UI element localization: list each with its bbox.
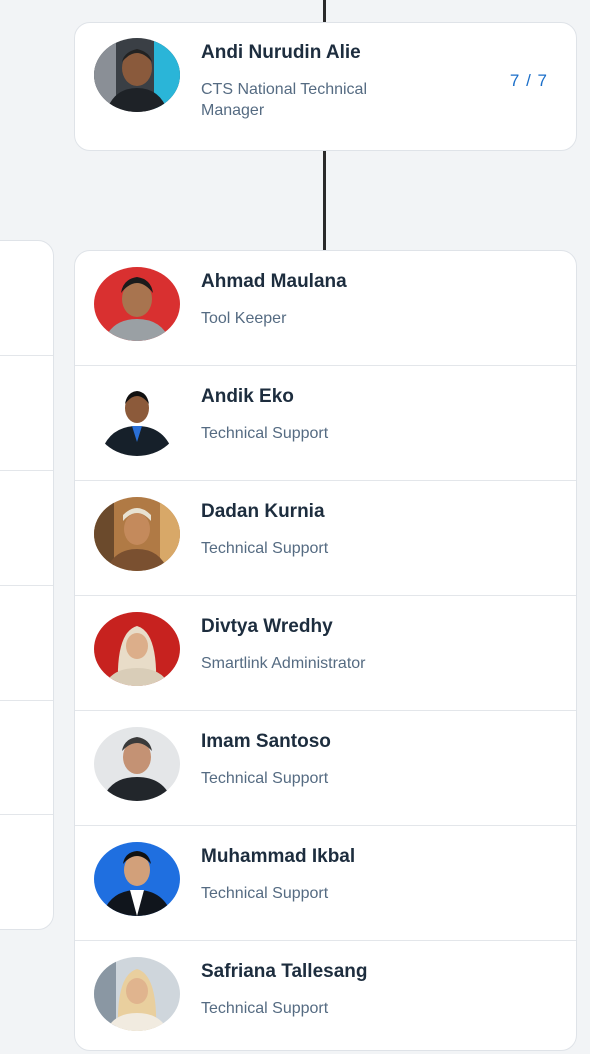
peer-row-divider: [0, 470, 53, 471]
team-member-row[interactable]: Imam Santoso Technical Support: [75, 711, 576, 826]
member-role: Technical Support: [201, 1000, 329, 1017]
member-name: Divtya Wredhy: [201, 616, 333, 637]
member-role: Tool Keeper: [201, 310, 287, 327]
peer-row-divider: [0, 700, 53, 701]
peer-team-card[interactable]: [0, 240, 54, 930]
member-role: Technical Support: [201, 425, 329, 442]
manager-role-line: Manager: [201, 102, 265, 119]
avatar: [94, 957, 180, 1031]
avatar: [94, 842, 180, 916]
avatar: [94, 497, 180, 571]
manager-card[interactable]: Andi Nurudin Alie CTS National Technical…: [74, 22, 577, 151]
team-member-row[interactable]: Andik Eko Technical Support: [75, 366, 576, 481]
avatar: [94, 382, 180, 456]
avatar: [94, 612, 180, 686]
manager-role: CTS National Technical Manager: [201, 79, 367, 121]
member-name: Ahmad Maulana: [201, 271, 347, 292]
team-member-row[interactable]: Muhammad Ikbal Technical Support: [75, 826, 576, 941]
member-name: Muhammad Ikbal: [201, 846, 356, 867]
connector-line-top: [323, 0, 326, 22]
connector-line-manager-to-team: [323, 151, 326, 250]
avatar: [94, 727, 180, 801]
member-role: Technical Support: [201, 885, 329, 902]
member-name: Safriana Tallesang: [201, 961, 368, 982]
member-name: Imam Santoso: [201, 731, 331, 752]
manager-role-line: CTS National Technical: [201, 81, 368, 98]
member-role: Smartlink Administrator: [201, 655, 366, 672]
member-role: Technical Support: [201, 770, 329, 787]
peer-row-divider: [0, 355, 53, 356]
direct-reports-count[interactable]: 7 / 7: [510, 71, 548, 91]
peer-row-divider: [0, 814, 53, 815]
peer-row-divider: [0, 585, 53, 586]
avatar: [94, 267, 180, 341]
member-role: Technical Support: [201, 540, 329, 557]
manager-name: Andi Nurudin Alie: [201, 42, 361, 63]
team-member-row[interactable]: Ahmad Maulana Tool Keeper: [75, 251, 576, 366]
team-member-row[interactable]: Dadan Kurnia Technical Support: [75, 481, 576, 596]
team-card: Ahmad Maulana Tool Keeper Andik Eko Tech…: [74, 250, 577, 1051]
team-member-row[interactable]: Divtya Wredhy Smartlink Administrator: [75, 596, 576, 711]
member-name: Andik Eko: [201, 386, 294, 407]
member-name: Dadan Kurnia: [201, 501, 325, 522]
avatar: [94, 38, 180, 112]
team-member-row[interactable]: Safriana Tallesang Technical Support: [75, 941, 576, 1050]
